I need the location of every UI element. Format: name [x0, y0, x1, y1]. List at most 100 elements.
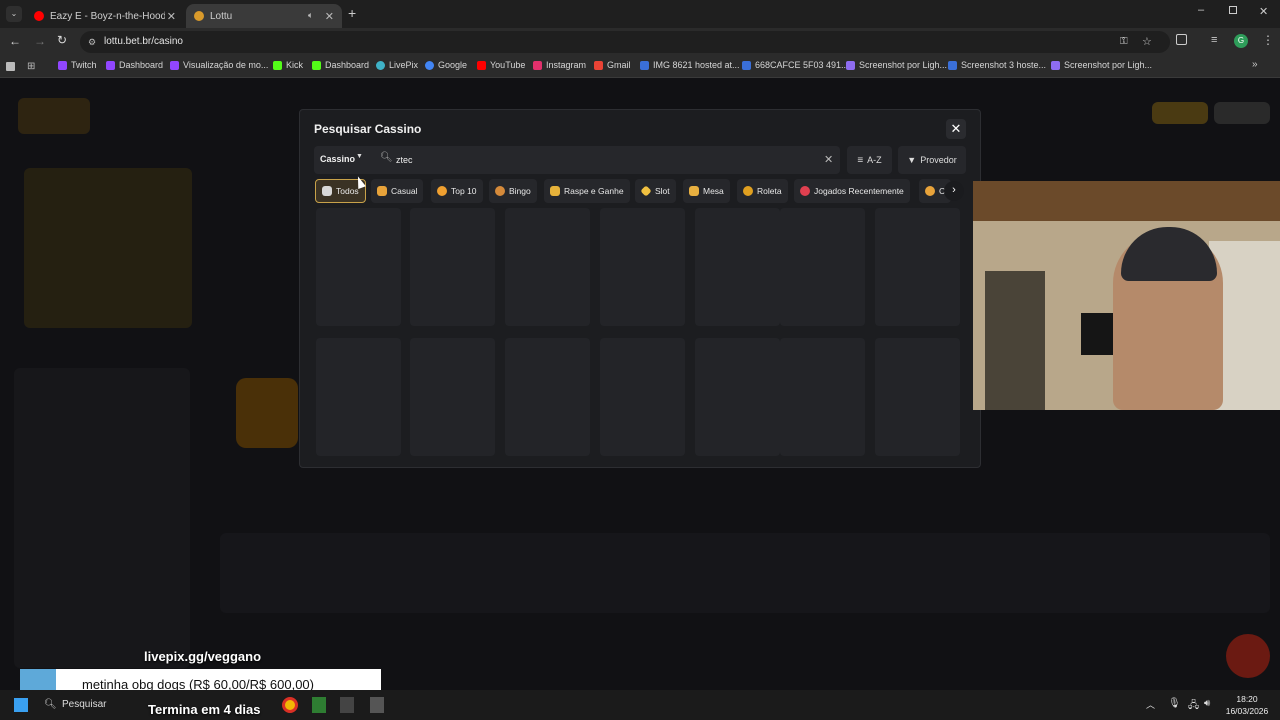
twitch-icon — [106, 60, 115, 70]
sort-button[interactable]: ≡ A-Z — [847, 146, 892, 174]
bookmark-instagram[interactable]: Instagram — [533, 60, 586, 70]
clear-search-icon[interactable]: ✕ — [824, 153, 833, 166]
chip-mesa[interactable]: Mesa — [683, 179, 730, 203]
lightshot-icon — [846, 60, 855, 70]
tab-label: Lottu — [210, 10, 233, 22]
search-icon: 🔍︎ — [44, 699, 57, 710]
audio-icon[interactable]: 🔈︎ — [308, 10, 313, 21]
extensions-icon[interactable] — [1176, 34, 1187, 45]
password-key-icon[interactable]: ⚿ — [1120, 31, 1128, 53]
app-icon[interactable] — [340, 697, 354, 713]
close-tab-icon[interactable]: ✕ — [167, 10, 176, 23]
bingo-icon — [495, 186, 505, 196]
bookmark-star-icon[interactable]: ☆ — [1142, 31, 1152, 53]
bookmark-twitch[interactable]: Twitch — [58, 60, 97, 70]
image-host-icon — [640, 60, 649, 70]
login-button — [1152, 102, 1208, 124]
chip-bingo[interactable]: Bingo — [489, 179, 537, 203]
chevron-down-icon[interactable]: ▼ — [356, 153, 363, 160]
chips-next-button[interactable]: › — [944, 181, 964, 201]
network-icon[interactable]: 🖧︎ — [1188, 698, 1199, 715]
bookmark-youtube[interactable]: YouTube — [477, 60, 525, 70]
cards-icon — [689, 186, 699, 196]
bookmark-dashboard-twitch[interactable]: Dashboard — [106, 60, 163, 70]
lottu-chat-badge[interactable] — [1226, 634, 1270, 678]
sidebar-menu — [14, 368, 190, 668]
chrome-icon[interactable] — [282, 697, 298, 713]
back-icon[interactable]: ← — [9, 34, 21, 48]
url-text: lottu.bet.br/casino — [104, 36, 183, 47]
chip-jogados-recentemente[interactable]: Jogados Recentemente — [794, 179, 910, 203]
microphone-icon[interactable]: 🎙︎ — [1168, 698, 1181, 709]
close-modal-button[interactable]: ✕ — [946, 119, 966, 139]
chip-casual[interactable]: Casual — [371, 179, 424, 203]
flame-icon — [925, 186, 935, 196]
lightshot-icon — [1051, 60, 1060, 70]
close-window-icon[interactable]: ✕ — [1259, 5, 1268, 18]
tab-groups-icon[interactable]: ⊞ — [27, 61, 35, 72]
chip-roleta[interactable]: Roleta — [737, 179, 788, 203]
promo-banner — [24, 168, 192, 328]
address-bar[interactable]: ⚙︎ lottu.bet.br/casino ⚿ ☆ — [80, 31, 1170, 53]
casual-icon — [377, 186, 387, 196]
windows-start-icon[interactable] — [14, 698, 28, 712]
game-tile-skeleton — [695, 338, 780, 456]
chip-slot[interactable]: Slot — [635, 179, 676, 203]
category-select[interactable]: Cassino — [320, 154, 355, 164]
maximize-icon[interactable] — [1229, 6, 1237, 14]
close-tab-icon[interactable]: ✕ — [325, 10, 334, 23]
bookmark-visualizacao[interactable]: Visualização de mo... — [170, 60, 268, 70]
countdown-text: Termina em 4 dias — [148, 702, 261, 717]
forward-icon[interactable]: → — [34, 34, 46, 48]
bookmark-668cafce[interactable]: 668CAFCE 5F03 491... — [742, 60, 849, 70]
site-info-icon[interactable]: ⚙︎ — [88, 31, 96, 53]
tab-label: Eazy E - Boyz-n-the-Hood (Mu — [50, 10, 165, 22]
livepix-handle: livepix.gg/veggano — [144, 649, 262, 664]
app-icon[interactable] — [312, 697, 326, 713]
bookmark-kick[interactable]: Kick — [273, 60, 303, 70]
tab-youtube[interactable]: Eazy E - Boyz-n-the-Hood (Mu ✕ — [26, 4, 184, 28]
tab-lottu[interactable]: Lottu 🔈︎ ✕ — [186, 4, 342, 28]
clock-icon — [800, 186, 810, 196]
game-tile-skeleton — [316, 208, 401, 326]
apps-icon[interactable] — [6, 62, 15, 71]
tray-chevron-icon[interactable]: ︿ — [1146, 698, 1155, 711]
bookmark-livepix[interactable]: LivePix — [376, 60, 418, 70]
clock-date: 16/03/2026 — [1225, 706, 1269, 716]
more-bookmarks-icon[interactable]: » — [1252, 59, 1258, 70]
bookmark-screenshot-2[interactable]: Screenshot por Ligh... — [1051, 60, 1152, 70]
volume-icon[interactable]: 🔊︎ — [1204, 698, 1210, 709]
youtube-icon — [477, 60, 486, 70]
image-host-icon — [948, 60, 957, 70]
provider-filter-button[interactable]: ▼ Provedor — [898, 146, 966, 174]
bookmark-google[interactable]: Google — [425, 60, 467, 70]
minimize-icon[interactable]: – — [1198, 4, 1204, 16]
reload-icon[interactable]: ↻ — [57, 33, 67, 47]
browser-menu-icon[interactable]: ⋮ — [1262, 33, 1274, 47]
chest-image — [236, 378, 298, 448]
search-bar: Cassino ▼ 🔍︎ ✕ — [314, 146, 840, 174]
search-input[interactable] — [396, 152, 816, 168]
media-controls-icon[interactable]: ≡ — [1211, 34, 1217, 46]
taskbar-clock[interactable]: 18:20 16/03/2026 — [1220, 693, 1274, 717]
bookmark-screenshot-1[interactable]: Screenshot por Ligh... — [846, 60, 947, 70]
diamond-icon — [640, 185, 652, 197]
new-tab-button[interactable]: + — [348, 5, 356, 21]
bookmark-gmail[interactable]: Gmail — [594, 60, 631, 70]
kick-icon — [273, 60, 282, 70]
ticket-icon — [550, 186, 560, 196]
bookmark-img-8621[interactable]: IMG 8621 hosted at... — [640, 60, 740, 70]
bookmark-screenshot-3[interactable]: Screenshot 3 hoste... — [948, 60, 1046, 70]
chip-raspe-e-ganhe[interactable]: Raspe e Ganhe — [544, 179, 630, 203]
gmail-icon — [594, 60, 603, 70]
game-tile-skeleton — [410, 338, 495, 456]
tab-list-chevron-icon[interactable]: ⌄ — [6, 6, 22, 22]
app-icon[interactable] — [370, 697, 384, 713]
provider-row — [220, 533, 1270, 613]
grid-icon — [322, 186, 332, 196]
chip-top-10[interactable]: Top 10 — [431, 179, 483, 203]
profile-avatar[interactable]: G — [1234, 34, 1248, 48]
livepix-icon — [376, 60, 385, 70]
filter-icon: ▼ — [907, 155, 917, 165]
bookmark-dashboard-kick[interactable]: Dashboard — [312, 60, 369, 70]
